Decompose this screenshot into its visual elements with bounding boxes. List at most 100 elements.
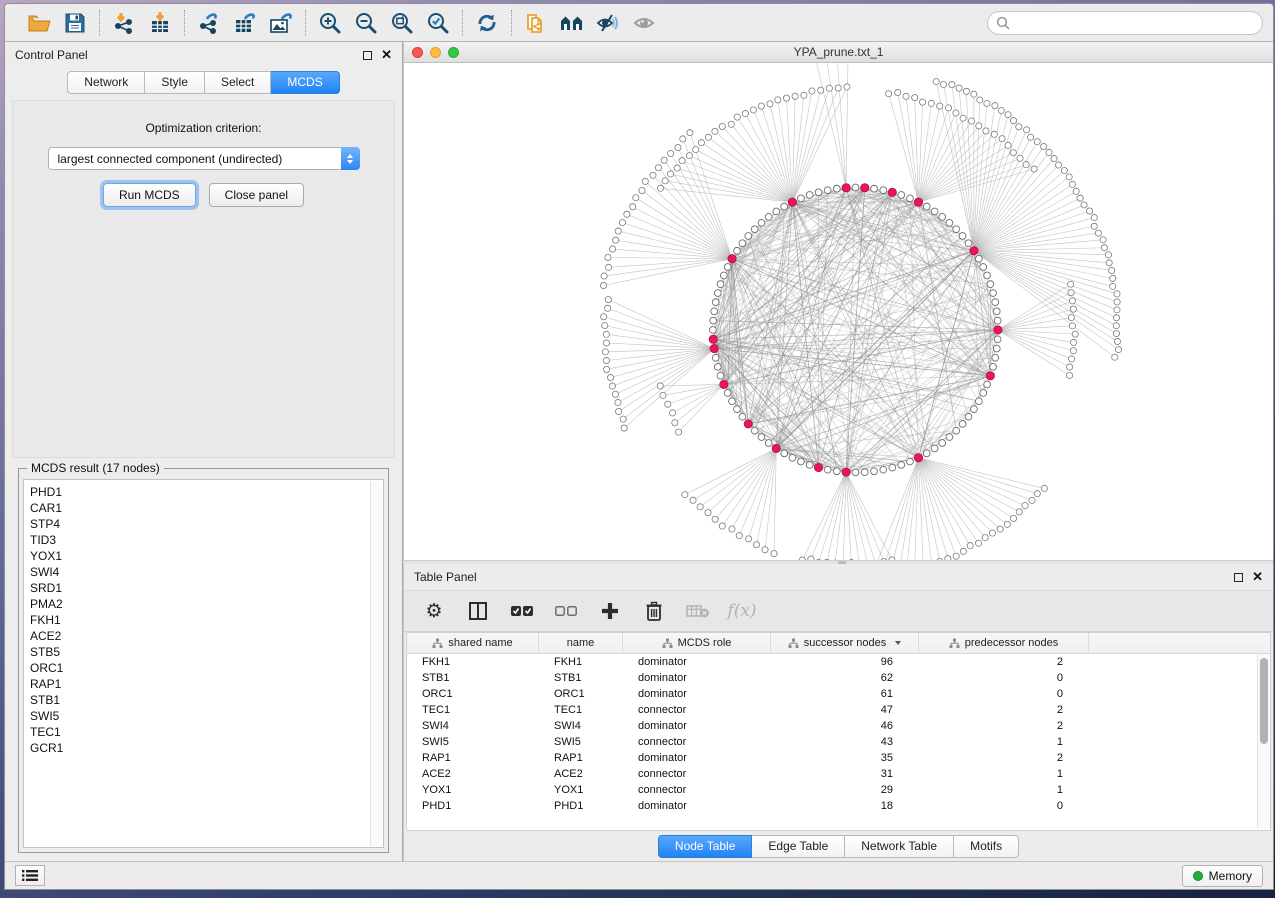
deselect-all-icon[interactable]: [554, 599, 578, 623]
list-icon: [22, 869, 38, 882]
table-row[interactable]: YOX1YOX1connector291: [407, 782, 1270, 798]
tab-motifs[interactable]: Motifs: [954, 835, 1019, 858]
mcds-result-item[interactable]: RAP1: [30, 676, 383, 692]
mcds-result-item[interactable]: STB1: [30, 692, 383, 708]
close-panel-icon[interactable]: ✕: [381, 50, 392, 60]
mcds-result-item[interactable]: YOX1: [30, 548, 383, 564]
open-file-icon[interactable]: [23, 8, 55, 38]
mcds-result-item[interactable]: SWI4: [30, 564, 383, 580]
mcds-result-item[interactable]: SRD1: [30, 580, 383, 596]
task-history-button[interactable]: [15, 865, 45, 886]
mcds-result-item[interactable]: GCR1: [30, 740, 383, 756]
zoom-selected-icon[interactable]: [422, 8, 454, 38]
new-network-from-selection-icon[interactable]: [520, 8, 552, 38]
close-panel-icon[interactable]: ✕: [1252, 572, 1263, 582]
attribute-type-icon: [949, 638, 960, 649]
table-row[interactable]: ACE2ACE2connector311: [407, 766, 1270, 782]
import-group: [100, 8, 184, 38]
table-row[interactable]: RAP1RAP1dominator352: [407, 750, 1270, 766]
table-toolbar: ⚙: [404, 590, 1273, 632]
mcds-result-item[interactable]: STP4: [30, 516, 383, 532]
hide-selected-icon[interactable]: [592, 8, 624, 38]
export-image-icon[interactable]: [265, 8, 297, 38]
zoom-fit-icon[interactable]: [386, 8, 418, 38]
column-header-mcds-role[interactable]: MCDS role: [623, 633, 771, 653]
mcds-result-item[interactable]: TEC1: [30, 724, 383, 740]
memory-label: Memory: [1209, 869, 1252, 883]
float-panel-icon[interactable]: [1234, 573, 1243, 582]
tab-mcds[interactable]: MCDS: [271, 71, 339, 94]
network-graph[interactable]: [404, 63, 1273, 560]
zoom-out-icon[interactable]: [350, 8, 382, 38]
show-all-icon[interactable]: [628, 8, 660, 38]
save-session-icon[interactable]: [59, 8, 91, 38]
tab-network-table[interactable]: Network Table: [845, 835, 954, 858]
first-neighbors-icon[interactable]: [556, 8, 588, 38]
mcds-result-item[interactable]: ORC1: [30, 660, 383, 676]
table-row[interactable]: SWI5SWI5connector431: [407, 734, 1270, 750]
sort-descending-icon: [895, 641, 901, 645]
column-layout-icon[interactable]: [466, 599, 490, 623]
run-mcds-button[interactable]: Run MCDS: [103, 183, 196, 207]
zoom-in-icon[interactable]: [314, 8, 346, 38]
search-box[interactable]: [987, 11, 1263, 35]
result-list-scrollbar[interactable]: [370, 481, 382, 846]
network-window-titlebar[interactable]: YPA_prune.txt_1: [404, 42, 1273, 63]
delete-table-icon[interactable]: [686, 599, 710, 623]
mcds-result-item[interactable]: STB5: [30, 644, 383, 660]
tab-edge-table[interactable]: Edge Table: [752, 835, 845, 858]
refresh-layout-icon[interactable]: [471, 8, 503, 38]
mcds-result-item[interactable]: PHD1: [30, 484, 383, 500]
table-row[interactable]: ORC1ORC1dominator610: [407, 686, 1270, 702]
table-scrollbar[interactable]: [1257, 654, 1269, 829]
mcds-result-list[interactable]: PHD1 CAR1 STP4 TID3 YOX1 SWI4 SRD1 PMA2 …: [23, 479, 384, 848]
mcds-result-item[interactable]: SWI5: [30, 708, 383, 724]
gear-icon[interactable]: ⚙: [422, 599, 446, 623]
table-row[interactable]: SWI4SWI4dominator462: [407, 718, 1270, 734]
close-panel-button[interactable]: Close panel: [209, 183, 304, 207]
file-group: [15, 8, 99, 38]
table-row[interactable]: PHD1PHD1dominator180: [407, 798, 1270, 814]
mcds-result-item[interactable]: FKH1: [30, 612, 383, 628]
mcds-result-item[interactable]: CAR1: [30, 500, 383, 516]
table-row[interactable]: TEC1TEC1connector472: [407, 702, 1270, 718]
column-header-successor-nodes[interactable]: successor nodes: [771, 633, 919, 653]
search-input[interactable]: [1015, 16, 1254, 30]
select-all-icon[interactable]: [510, 599, 534, 623]
attribute-type-icon: [662, 638, 673, 649]
add-column-icon[interactable]: [598, 599, 622, 623]
float-panel-icon[interactable]: [363, 51, 372, 60]
network-canvas[interactable]: [404, 63, 1273, 560]
tab-style[interactable]: Style: [145, 71, 205, 94]
column-header-predecessor-nodes[interactable]: predecessor nodes: [919, 633, 1089, 653]
column-header-shared-name[interactable]: shared name: [407, 633, 539, 653]
memory-button[interactable]: Memory: [1182, 865, 1263, 887]
right-column: YPA_prune.txt_1 Table Panel: [403, 42, 1273, 861]
application-window: Control Panel ✕ Network Style Select MCD…: [4, 3, 1274, 890]
criterion-value: largest connected component (undirected): [49, 152, 342, 166]
table-scrollbar-thumb[interactable]: [1260, 658, 1268, 744]
criterion-dropdown[interactable]: largest connected component (undirected): [48, 147, 360, 170]
export-network-icon[interactable]: [193, 8, 225, 38]
import-table-icon[interactable]: [144, 8, 176, 38]
column-header-name[interactable]: name: [539, 633, 623, 653]
search-icon: [996, 16, 1010, 30]
table-panel: Table Panel ✕ ⚙: [403, 564, 1273, 861]
horizontal-splitter[interactable]: [403, 560, 1273, 564]
export-table-icon[interactable]: [229, 8, 261, 38]
main-toolbar: [5, 4, 1273, 42]
tab-select[interactable]: Select: [205, 71, 271, 94]
mcds-result-item[interactable]: ACE2: [30, 628, 383, 644]
network-window-title: YPA_prune.txt_1: [404, 45, 1273, 59]
table-row[interactable]: STB1STB1dominator620: [407, 670, 1270, 686]
function-builder-icon[interactable]: f(x): [730, 599, 754, 623]
tab-network[interactable]: Network: [67, 71, 145, 94]
mcds-result-item[interactable]: PMA2: [30, 596, 383, 612]
table-panel-header: Table Panel ✕: [404, 564, 1273, 590]
mcds-result-item[interactable]: TID3: [30, 532, 383, 548]
tab-node-table[interactable]: Node Table: [658, 835, 753, 858]
table-row[interactable]: FKH1FKH1dominator962: [407, 654, 1270, 670]
delete-column-icon[interactable]: [642, 599, 666, 623]
table-panel-title: Table Panel: [414, 570, 477, 584]
import-network-icon[interactable]: [108, 8, 140, 38]
